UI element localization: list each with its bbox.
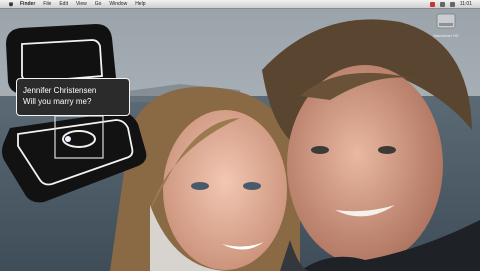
apple-menu-icon[interactable] [8, 1, 14, 7]
hard-disk-label: Macintosh HD [433, 33, 459, 38]
menu-finder[interactable]: Finder [20, 0, 35, 8]
proposal-question: Will you marry me? [23, 97, 92, 106]
menu-go[interactable]: Go [95, 0, 102, 8]
menu-view[interactable]: View [76, 0, 87, 8]
menu-edit[interactable]: Edit [59, 0, 68, 8]
battery-icon[interactable] [429, 1, 435, 7]
proposal-name: Jennifer Christensen [23, 86, 97, 95]
desktop-background: Finder File Edit View Go Window Help 11:… [0, 0, 480, 271]
menu-window[interactable]: Window [109, 0, 127, 8]
volume-icon[interactable] [439, 1, 445, 7]
menu-file[interactable]: File [43, 0, 51, 8]
menu-extras: 11:01 [429, 0, 472, 8]
menu-clock[interactable]: 11:01 [460, 0, 472, 8]
proposal-message: Jennifer Christensen Will you marry me? [16, 78, 130, 116]
wifi-icon[interactable] [449, 1, 455, 7]
menu-bar: Finder File Edit View Go Window Help 11:… [0, 0, 480, 9]
menu-help[interactable]: Help [135, 0, 145, 8]
hard-disk-icon[interactable] [436, 12, 456, 30]
